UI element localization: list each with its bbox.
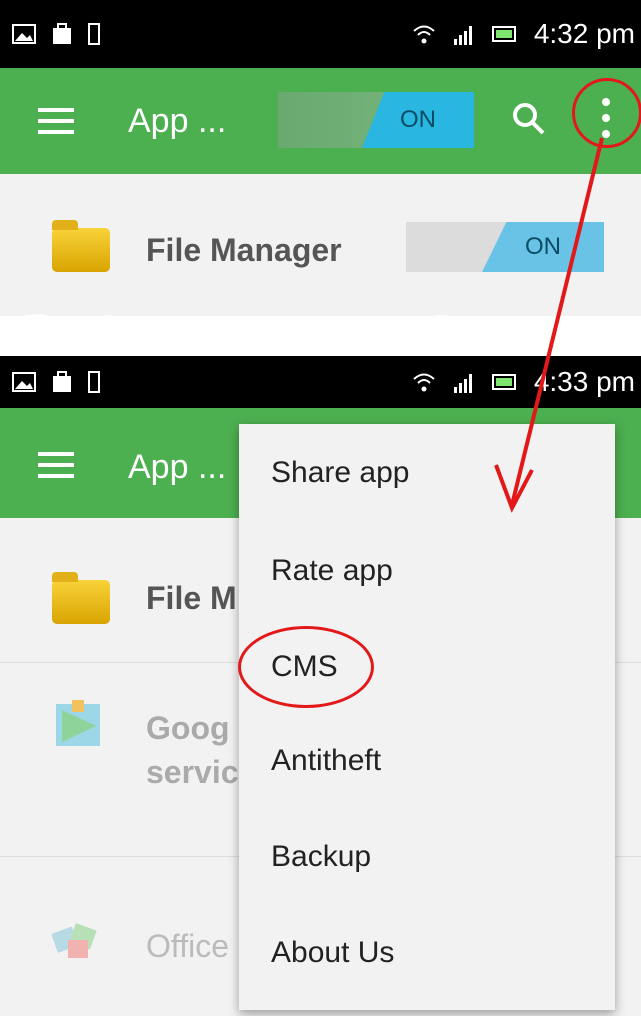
pointer-arrow [494,137,604,513]
